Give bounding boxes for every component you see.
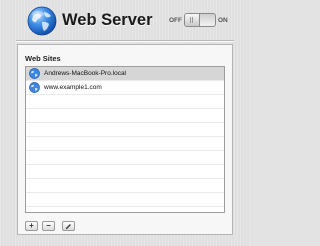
web-sites-panel: Web Sites Andrews-MacBook-Pro.local www.… [17, 44, 233, 235]
toggle-knob[interactable] [185, 14, 200, 26]
toggle-off-label: OFF [169, 17, 182, 24]
toggle-on-label: ON [218, 17, 228, 24]
globe-icon [27, 6, 57, 36]
site-row[interactable]: Andrews-MacBook-Pro.local [26, 67, 224, 81]
remove-site-button[interactable]: − [42, 221, 55, 231]
site-row[interactable]: www.example1.com [26, 81, 224, 95]
web-server-pane: Web Server OFF ON Web Sites Andrews-MacB… [0, 0, 250, 246]
list-button-bar: + − [25, 221, 75, 231]
pencil-icon [65, 223, 71, 229]
site-name: Andrews-MacBook-Pro.local [44, 70, 127, 77]
edit-site-button[interactable] [62, 221, 75, 231]
header-divider [16, 40, 234, 42]
globe-icon [29, 82, 40, 93]
site-name: www.example1.com [44, 84, 102, 91]
globe-icon [29, 68, 40, 79]
web-sites-label: Web Sites [25, 54, 61, 63]
web-sites-list[interactable]: Andrews-MacBook-Pro.local www.example1.c… [25, 66, 225, 213]
page-title: Web Server [62, 11, 153, 29]
add-site-button[interactable]: + [25, 221, 38, 231]
web-server-toggle[interactable] [184, 13, 216, 27]
